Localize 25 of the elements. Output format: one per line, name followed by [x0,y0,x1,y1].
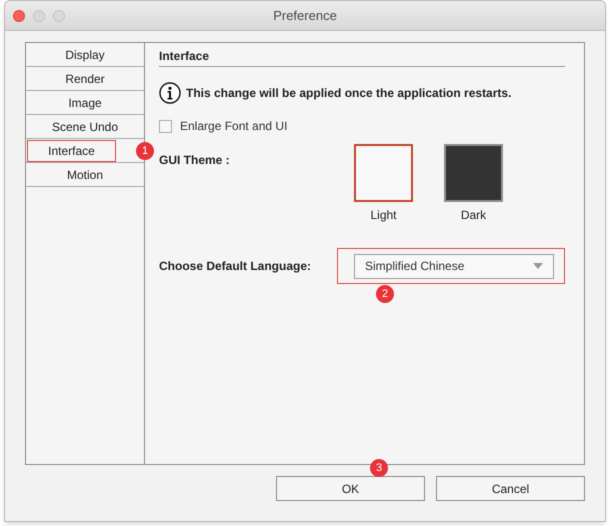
theme-label: GUI Theme : [159,152,231,169]
enlarge-checkbox[interactable] [159,120,172,132]
theme-name: Dark [460,207,486,224]
sidebar-item[interactable]: Render [57,68,113,90]
language-label: Choose Default Language: [159,258,312,275]
caret-icon [533,263,543,269]
section-title: Interface [159,48,210,65]
checkbox-label: Enlarge Font and UI [180,118,288,135]
close-button[interactable] [13,10,25,22]
step-badge: 2 [376,285,394,303]
sidebar-item[interactable]: Image [60,92,110,114]
dialog-button[interactable]: Cancel [436,476,585,501]
theme-name: Light [370,207,397,224]
sidebar-item[interactable]: Interface [27,140,116,162]
sidebar-item[interactable]: Scene Undo [44,116,126,138]
sidebar-item[interactable]: Motion [58,164,112,186]
info-icon [159,82,181,104]
sidebar-item[interactable]: Display [57,44,113,66]
restart-notice: This change will be applied once the application restarts. [186,85,512,102]
step-badge: 1 [136,142,154,160]
window-title: Preference [273,6,337,25]
theme-swatch[interactable] [354,144,413,202]
dialog-button[interactable]: OK [276,476,425,501]
theme-swatch[interactable] [444,144,503,202]
language-dropdown[interactable]: Simplified Chinese [354,254,554,278]
